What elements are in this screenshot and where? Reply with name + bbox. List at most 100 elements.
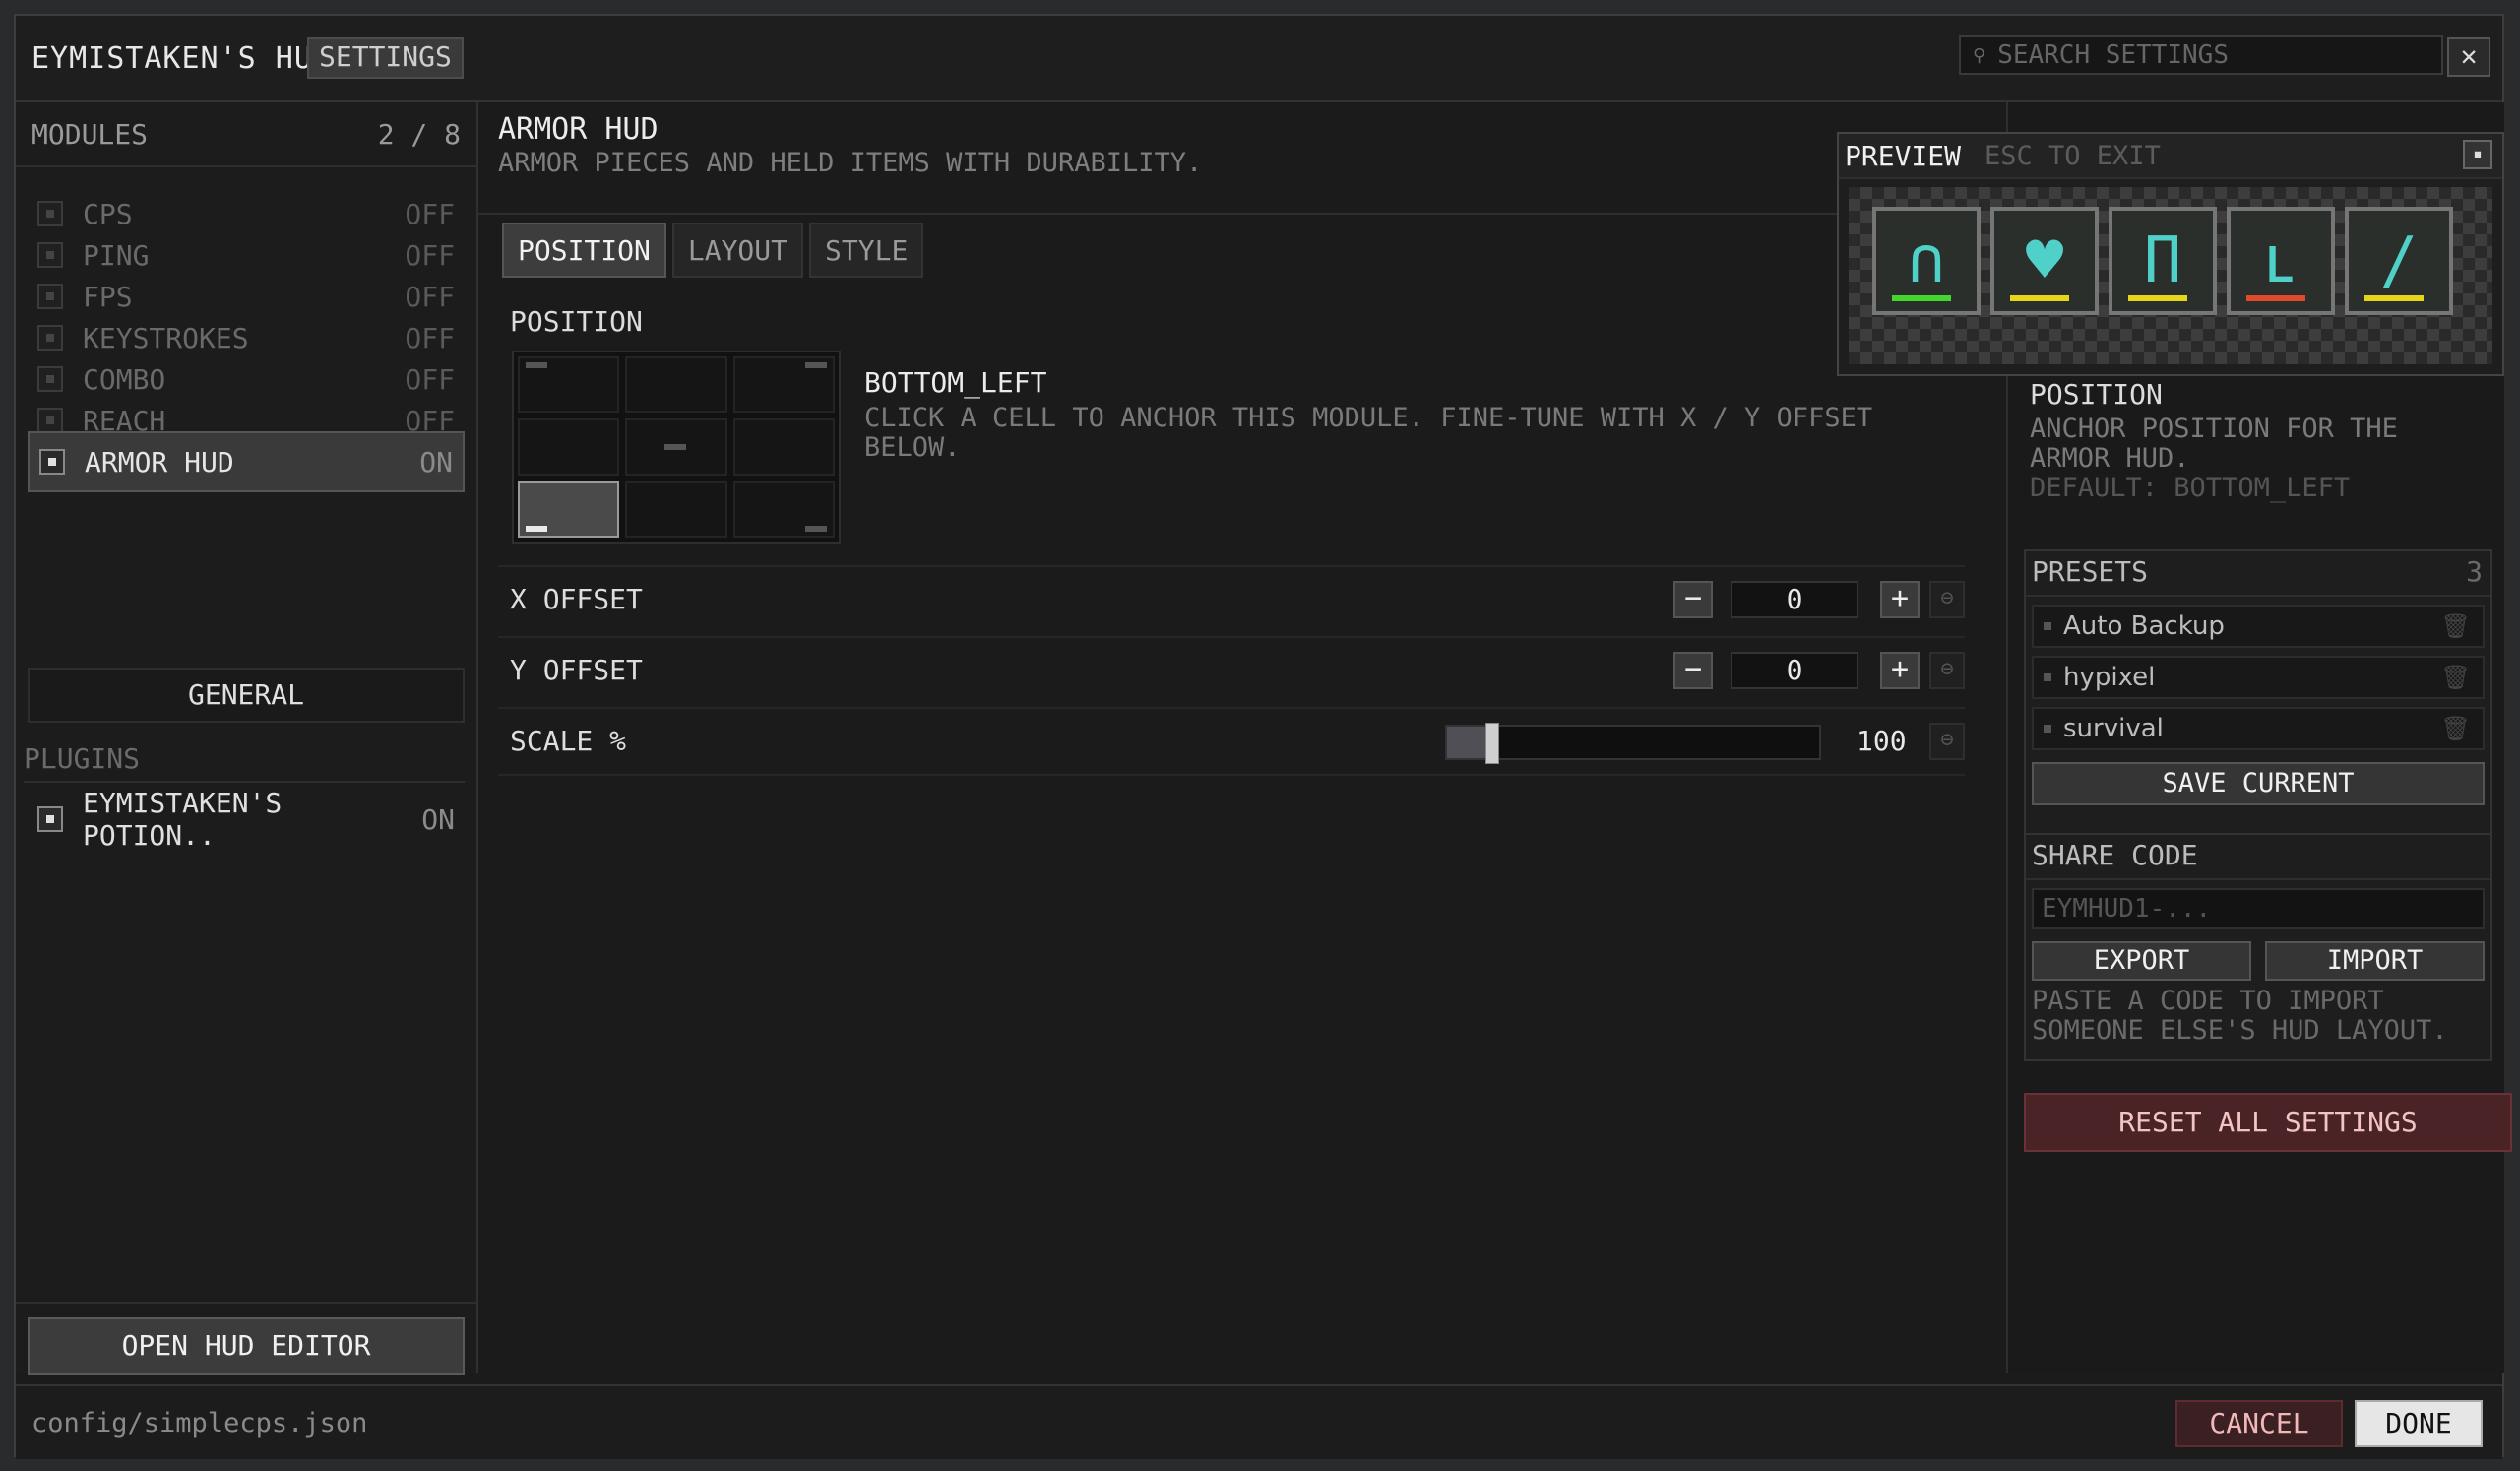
import-button[interactable]: IMPORT (2265, 941, 2485, 981)
anchor-cell-center[interactable] (625, 418, 727, 476)
module-settings-panel: ARMOR HUD ARMOR PIECES AND HELD ITEMS WI… (478, 102, 2006, 1373)
presets-title: PRESETS (2032, 555, 2149, 588)
anchor-cell-top-center[interactable] (625, 356, 727, 414)
x-offset-reset-icon[interactable]: ⊖ (1929, 581, 1965, 618)
diamond-boots-icon: ʟ (2227, 207, 2335, 315)
position-info-title: POSITION (2030, 378, 2163, 411)
preset-item[interactable]: hypixel 🗑 (2032, 656, 2485, 699)
tab-style[interactable]: STYLE (809, 223, 924, 278)
module-toggle-checkbox[interactable] (37, 242, 63, 268)
diamond-leggings-icon: Π (2109, 207, 2217, 315)
y-offset-increment-button[interactable]: + (1880, 652, 1920, 689)
trash-icon[interactable]: 🗑 (2441, 715, 2471, 742)
tab-bar: POSITION LAYOUT STYLE (502, 223, 924, 278)
preset-label: survival (2063, 714, 2164, 743)
tab-layout[interactable]: LAYOUT (671, 223, 804, 278)
sidebar-item-potion-plugin[interactable]: EYMISTAKEN'S POTION.. ON (28, 787, 465, 852)
plugin-toggle-checkbox[interactable] (37, 806, 63, 832)
share-buttons: EXPORT IMPORT (2032, 941, 2485, 981)
divider (478, 213, 2006, 215)
position-info-description: ANCHOR POSITION FOR THE ARMOR HUD. (2030, 414, 2398, 474)
module-description: ARMOR PIECES AND HELD ITEMS WITH DURABIL… (498, 148, 1203, 178)
search-box[interactable]: ⚲ (1959, 35, 2443, 75)
module-label: ARMOR HUD (85, 445, 234, 479)
anchor-cell-bottom-center[interactable] (625, 480, 727, 538)
app-title: EYMISTAKEN'S HUD (32, 41, 332, 76)
presets-header: PRESETS 3 (2026, 551, 2490, 597)
preset-item[interactable]: survival 🗑 (2032, 707, 2485, 750)
y-offset-input[interactable]: 0 (1731, 652, 1858, 689)
config-path: config/simplecps.json (32, 1408, 368, 1439)
preset-item[interactable]: Auto Backup 🗑 (2032, 605, 2485, 648)
share-help-text: PASTE A CODE TO IMPORT SOMEONE ELSE'S HU… (2032, 986, 2448, 1046)
modules-header: MODULES 2 / 8 (16, 102, 476, 167)
module-toggle-checkbox[interactable] (37, 201, 63, 226)
presets-count: 3 (2466, 555, 2483, 588)
y-offset-decrement-button[interactable]: − (1673, 652, 1713, 689)
durability-bar (2246, 295, 2305, 301)
x-offset-input[interactable]: 0 (1731, 581, 1858, 618)
diamond-helmet-icon: ∩ (1872, 207, 1981, 315)
title-bar: EYMISTAKEN'S HUD SETTINGS ⚲ ✕ (16, 16, 2502, 102)
anchor-cell-top-left[interactable] (518, 356, 620, 414)
done-button[interactable]: DONE (2355, 1400, 2483, 1447)
durability-bar (1892, 295, 1951, 301)
divider (16, 1302, 476, 1304)
sidebar-item-armor-hud[interactable]: ARMOR HUD ON (28, 431, 465, 492)
anchor-cell-top-right[interactable] (732, 356, 835, 414)
anchor-marker (664, 444, 687, 451)
anchor-cell-middle-right[interactable] (732, 418, 835, 476)
open-hud-editor-button[interactable]: OPEN HUD EDITOR (28, 1317, 465, 1375)
scale-slider-knob[interactable] (1485, 723, 1500, 764)
position-info-default: DEFAULT: BOTTOM_LEFT (2030, 473, 2351, 503)
scale-row: SCALE % 100 ⊖ (498, 707, 1965, 776)
scale-slider[interactable] (1445, 723, 1821, 764)
close-button[interactable]: ✕ (2447, 37, 2490, 77)
scale-reset-icon[interactable]: ⊖ (1929, 723, 1965, 760)
anchor-cell-middle-left[interactable] (518, 418, 620, 476)
anchor-cell-bottom-left[interactable] (518, 480, 620, 538)
anchor-marker (805, 362, 827, 368)
anchor-help-text: CLICK A CELL TO ANCHOR THIS MODULE. FINE… (864, 403, 1873, 463)
anchor-marker (805, 525, 827, 532)
anchor-marker (526, 525, 547, 532)
modules-sidebar: MODULES 2 / 8 CPS OFF PING OFF FPS OFF K… (16, 102, 478, 1375)
anchor-cell-bottom-right[interactable] (732, 480, 835, 538)
reset-all-settings-button[interactable]: RESET ALL SETTINGS (2024, 1093, 2512, 1152)
general-button[interactable]: GENERAL (28, 668, 465, 723)
preset-label: hypixel (2063, 663, 2156, 692)
diamond-sword-icon: / (2345, 207, 2453, 315)
cancel-button[interactable]: CANCEL (2175, 1400, 2343, 1447)
share-code-title: SHARE CODE (2026, 835, 2490, 880)
hud-preview: PREVIEW ESC TO EXIT ▪ ∩ ♥ Π ʟ / (1837, 132, 2504, 376)
x-offset-decrement-button[interactable]: − (1673, 581, 1713, 618)
expand-icon[interactable]: ▪ (2463, 140, 2492, 169)
share-code-input[interactable]: EYMHUD1-... (2032, 888, 2485, 929)
trash-icon[interactable]: 🗑 (2441, 612, 2471, 640)
module-toggle-checkbox[interactable] (37, 284, 63, 309)
export-button[interactable]: EXPORT (2032, 941, 2251, 981)
preview-hint: ESC TO EXIT (1984, 140, 2161, 171)
module-toggle-checkbox[interactable] (37, 366, 63, 392)
x-offset-increment-button[interactable]: + (1880, 581, 1920, 618)
tab-position[interactable]: POSITION (502, 223, 666, 278)
module-toggle-checkbox[interactable] (39, 449, 65, 475)
module-toggle-checkbox[interactable] (37, 408, 63, 433)
y-offset-reset-icon[interactable]: ⊖ (1929, 652, 1965, 689)
module-toggle-checkbox[interactable] (37, 325, 63, 351)
search-input[interactable] (1995, 39, 2414, 71)
anchor-grid (512, 351, 841, 544)
durability-bar (2128, 295, 2187, 301)
footer-bar: config/simplecps.json CANCEL DONE (16, 1384, 2502, 1459)
trash-icon[interactable]: 🗑 (2441, 664, 2471, 691)
settings-tag: SETTINGS (307, 37, 464, 79)
modules-count: 2 / 8 (377, 117, 461, 151)
preview-header: PREVIEW ESC TO EXIT ▪ (1839, 134, 2502, 179)
save-current-button[interactable]: SAVE CURRENT (2032, 762, 2485, 805)
scale-label: SCALE % (510, 725, 627, 757)
section-title: POSITION (510, 305, 643, 338)
y-offset-label: Y OFFSET (510, 654, 643, 686)
module-state: ON (419, 445, 453, 479)
diamond-chestplate-icon: ♥ (1990, 207, 2099, 315)
scale-value: 100 (1857, 725, 1907, 757)
